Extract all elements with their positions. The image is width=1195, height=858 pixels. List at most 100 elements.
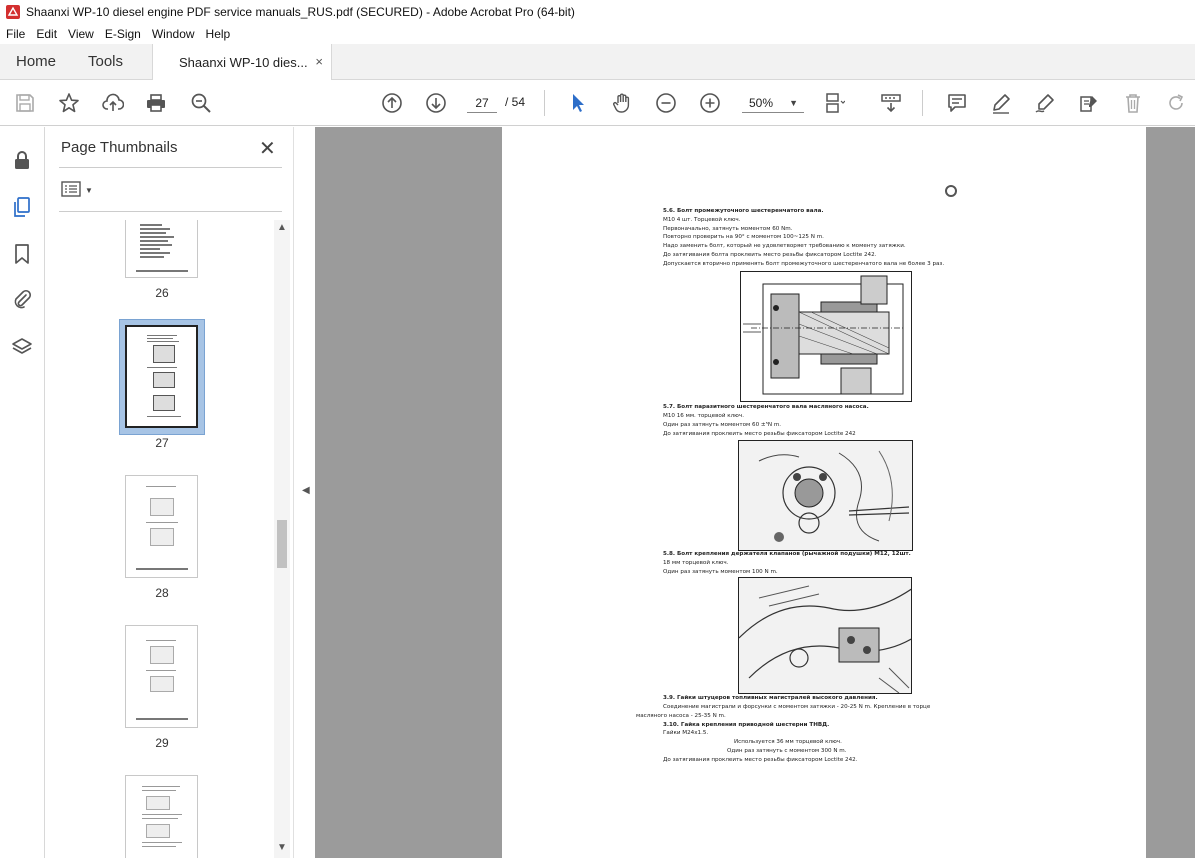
thumbnail-list: 26 27 28 29 (45, 220, 275, 858)
page-text-line: Соединение магистрали и форсунки с момен… (663, 704, 931, 710)
menu-help[interactable]: Help (206, 27, 231, 41)
panel-divider-2 (59, 211, 282, 212)
page-text-line: До затягивания проклеить место резьбы фи… (663, 431, 856, 437)
page-total: / 54 (505, 95, 526, 109)
page-text-line: М10 16 мм. торцевой ключ. (663, 413, 744, 419)
tab-document-label: Shaanxi WP-10 dies... (179, 55, 308, 70)
collapse-panel-icon[interactable]: ◀ (302, 485, 310, 496)
zoom-in-icon[interactable] (698, 91, 722, 115)
zoom-search-icon[interactable] (189, 91, 213, 115)
thumbnail-label: 29 (155, 736, 169, 750)
page-text-line: Повторно проверить на 90° с моментом 100… (663, 234, 824, 240)
section-5-8-title: 5.8. Болт крепления держателя клапанов (… (663, 551, 911, 557)
comment-icon[interactable] (945, 91, 969, 115)
section-3-10-title: 3.10. Гайка крепления приводной шестерни… (663, 722, 830, 728)
menu-view[interactable]: View (68, 27, 94, 41)
sign-pen-icon[interactable] (1033, 91, 1057, 115)
title-bar: Shaanxi WP-10 diesel engine PDF service … (0, 0, 1195, 24)
bookmark-star-icon[interactable] (57, 91, 81, 115)
gear-shaft-cross-section-figure (740, 271, 912, 402)
thumbnail-label: 26 (155, 286, 169, 300)
print-icon[interactable] (144, 91, 168, 115)
oil-pump-gear-photo (738, 440, 913, 551)
manufacturer-logo (945, 185, 957, 197)
page-display-icon[interactable] (822, 91, 846, 115)
previous-page-icon[interactable] (380, 91, 404, 115)
zoom-select[interactable]: 50% ▼ (742, 93, 804, 113)
chevron-down-icon: ▼ (789, 98, 798, 108)
highlight-pen-icon[interactable] (989, 91, 1013, 115)
section-5-7-title: 5.7. Болт паразитного шестеренчатого вал… (663, 404, 869, 410)
valve-holder-bolt-photo (738, 577, 912, 694)
attachments-icon[interactable] (10, 287, 34, 311)
tab-tools[interactable]: Tools (88, 53, 123, 70)
panel-divider (59, 167, 282, 168)
hand-tool-icon[interactable] (610, 91, 634, 115)
acrobat-icon (6, 5, 20, 19)
zoom-value: 50% (749, 96, 774, 110)
thumbnail-page-28[interactable] (125, 475, 198, 578)
close-icon[interactable]: ✕ (259, 136, 276, 161)
menu-esign[interactable]: E-Sign (105, 27, 141, 41)
thumbnail-options-button[interactable]: ▼ (61, 180, 97, 200)
page-text-line: Один раз затянуть моментом 100 N m. (663, 569, 778, 575)
page-text-line: Один раз затянуть моментом 60 ±⁵N m. (663, 422, 782, 428)
select-cursor-icon[interactable] (566, 91, 590, 115)
page-text-line: Надо заменить болт, который не удовлетво… (663, 243, 906, 249)
edit-pdf-icon[interactable] (1077, 91, 1101, 115)
left-rail (0, 127, 45, 858)
panel-title: Page Thumbnails (61, 139, 178, 156)
layers-icon[interactable] (10, 335, 34, 359)
scroll-down-icon[interactable]: ▼ (277, 842, 287, 853)
page-text-line: 18 мм торцевой ключ. (663, 560, 729, 566)
save-icon[interactable] (13, 91, 37, 115)
toolbar-divider (544, 90, 545, 116)
menu-bar: File Edit View E-Sign Window Help (0, 24, 1195, 44)
delete-icon[interactable] (1121, 91, 1145, 115)
rotate-icon[interactable] (1164, 91, 1188, 115)
thumbnail-page-27[interactable] (125, 325, 198, 428)
panel-splitter[interactable]: ◀ (293, 127, 315, 858)
zoom-out-icon[interactable] (654, 91, 678, 115)
bookmarks-icon[interactable] (10, 242, 34, 266)
toolbar: 27 / 54 50% ▼ (0, 80, 1195, 126)
page-text-line: масляного насоса - 25-35 N m. (636, 713, 726, 719)
thumbnail-label: 28 (155, 586, 169, 600)
menu-edit[interactable]: Edit (36, 27, 57, 41)
thumbnail-label: 27 (155, 436, 169, 450)
menu-window[interactable]: Window (152, 27, 195, 41)
next-page-icon[interactable] (424, 91, 448, 115)
tab-document[interactable]: Shaanxi WP-10 dies... × (152, 44, 332, 81)
document-viewport[interactable]: 5.6. Болт промежуточного шестеренчатого … (315, 127, 1195, 858)
close-tab-button[interactable]: × (315, 54, 323, 69)
toolbar-divider-2 (922, 90, 923, 116)
page-thumbnails-icon[interactable] (10, 195, 34, 219)
section-3-9-title: 3.9. Гайки штуцеров топливных магистрале… (663, 695, 878, 701)
tab-home[interactable]: Home (16, 53, 56, 70)
thumbnail-scrollbar[interactable]: ▲ ▼ (274, 220, 290, 858)
lock-icon[interactable] (10, 148, 34, 172)
page-text-line: Гайки М24х1.5. (663, 730, 709, 736)
page-number-input[interactable]: 27 (467, 93, 497, 113)
section-5-6-title: 5.6. Болт промежуточного шестеренчатого … (663, 208, 824, 214)
page-text-line: До затягивания проклеить место резьбы фи… (663, 757, 858, 763)
options-list-icon (61, 180, 81, 200)
thumbnail-page-30[interactable] (125, 775, 198, 858)
scroll-mode-icon[interactable] (879, 91, 903, 115)
scrollbar-thumb[interactable] (277, 520, 287, 568)
menu-file[interactable]: File (6, 27, 25, 41)
upload-cloud-icon[interactable] (101, 91, 125, 115)
page-text-line: М10 4 шт. Торцевой ключ. (663, 217, 741, 223)
chevron-down-icon: ▼ (85, 185, 93, 195)
page-text-line: Первоначально, затянуть моментом 60 Nm. (663, 226, 793, 232)
thumbnail-page-26[interactable] (125, 220, 198, 278)
window-title: Shaanxi WP-10 diesel engine PDF service … (26, 5, 575, 19)
page-text-line: Один раз затянуть с моментом 300 N m. (727, 748, 847, 754)
page-text-line: Используется 36 мм торцевой ключ. (734, 739, 842, 745)
thumbnail-page-29[interactable] (125, 625, 198, 728)
pdf-page: 5.6. Болт промежуточного шестеренчатого … (502, 127, 1146, 858)
scroll-up-icon[interactable]: ▲ (277, 222, 287, 233)
page-text-line: До затягивания болта проклеить место рез… (663, 252, 877, 258)
page-thumbnails-panel: Page Thumbnails ✕ ▼ 26 27 28 29 ▲ ▼ (45, 127, 293, 858)
page-text-line: Допускается вторично применять болт пром… (663, 261, 945, 267)
